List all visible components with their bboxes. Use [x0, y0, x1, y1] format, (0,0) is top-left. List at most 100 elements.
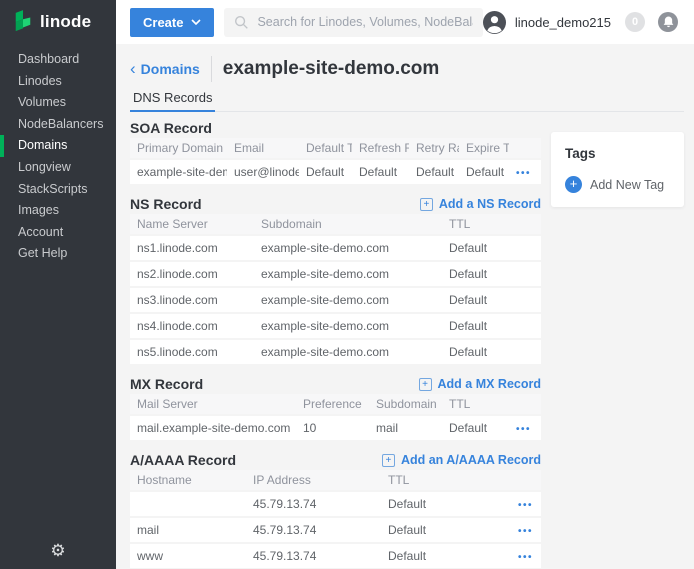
chevron-down-icon — [191, 19, 201, 25]
content-row: SOA Record Primary DomainEmailDefault TT… — [130, 120, 684, 569]
sidebar-item-images[interactable]: Images — [0, 200, 116, 222]
column-header: Default TTL — [299, 141, 352, 155]
table-cell: user@linode.com — [227, 165, 299, 179]
add-new-tag-label: Add New Tag — [590, 178, 664, 192]
sidebar-item-longview[interactable]: Longview — [0, 157, 116, 179]
settings-gear-icon[interactable]: ⚙ — [0, 541, 116, 561]
column-header: TTL — [442, 217, 541, 231]
section-title-ns: NS Record — [130, 196, 202, 212]
column-header: Primary Domain — [130, 141, 227, 155]
notification-count-badge[interactable]: 0 — [625, 12, 645, 32]
add-new-tag-button[interactable]: + Add New Tag — [565, 176, 670, 193]
table-cell: Default — [442, 421, 509, 435]
actions-cell: ••• — [511, 549, 541, 563]
table-cell: example-site-demo.com — [130, 165, 227, 179]
section-title-soa: SOA Record — [130, 120, 212, 136]
row-actions-button[interactable]: ••• — [516, 168, 531, 179]
ns-record-table: Name ServerSubdomainTTLns1.linode.comexa… — [130, 214, 541, 366]
table-row: 45.79.13.74Default••• — [130, 492, 541, 518]
column-header: Subdomain — [369, 397, 442, 411]
table-cell: 10 — [296, 421, 369, 435]
tags-column: Tags + Add New Tag — [551, 120, 684, 569]
create-button-label: Create — [143, 15, 183, 30]
table-row: ns5.linode.comexample-site-demo.comDefau… — [130, 340, 541, 366]
breadcrumb-back-link[interactable]: ‹ Domains — [130, 61, 200, 77]
table-cell: Default — [459, 165, 509, 179]
search-input[interactable] — [257, 15, 472, 29]
table-cell: Default — [352, 165, 409, 179]
brand-name: linode — [40, 12, 91, 32]
table-cell: example-site-demo.com — [254, 345, 442, 359]
sidebar-item-nodebalancers[interactable]: NodeBalancers — [0, 114, 116, 136]
username[interactable]: linode_demo215 — [515, 15, 611, 30]
page-title: example-site-demo.com — [223, 58, 439, 80]
linode-logo-icon — [13, 10, 33, 34]
table-row: ns4.linode.comexample-site-demo.comDefau… — [130, 314, 541, 340]
actions-cell: ••• — [511, 497, 541, 511]
actions-cell: ••• — [509, 421, 541, 435]
table-cell: Default — [381, 497, 511, 511]
add-mx-record-button[interactable]: + Add a MX Record — [419, 377, 542, 391]
row-actions-button[interactable]: ••• — [518, 526, 533, 537]
table-row: mail.example-site-demo.com10mailDefault•… — [130, 416, 541, 442]
add-aaaa-record-button[interactable]: + Add an A/AAAA Record — [382, 453, 541, 467]
add-ns-record-label: Add a NS Record — [439, 197, 541, 211]
actions-cell: ••• — [511, 523, 541, 537]
plus-circle-icon: + — [565, 176, 582, 193]
column-header: Retry Rate — [409, 141, 459, 155]
linode-logo[interactable]: linode — [0, 0, 116, 44]
section-title-aaaa: A/AAAA Record — [130, 452, 236, 468]
row-actions-button[interactable]: ••• — [518, 552, 533, 563]
main-content: ‹ Domains example-site-demo.com DNS Reco… — [116, 44, 694, 569]
top-bar: Create linode_demo215 0 — [116, 0, 694, 44]
table-cell: Default — [409, 165, 459, 179]
table-header-row: Mail ServerPreferenceSubdomainTTL — [130, 394, 541, 416]
create-button[interactable]: Create — [130, 8, 214, 37]
plus-square-icon: + — [419, 378, 432, 391]
table-cell: Default — [299, 165, 352, 179]
plus-square-icon: + — [382, 454, 395, 467]
search-bar — [224, 8, 482, 37]
records-column: SOA Record Primary DomainEmailDefault TT… — [130, 120, 541, 569]
sidebar-item-linodes[interactable]: Linodes — [0, 71, 116, 93]
column-header: Name Server — [130, 217, 254, 231]
mx-record-table: Mail ServerPreferenceSubdomainTTLmail.ex… — [130, 394, 541, 442]
table-cell: example-site-demo.com — [254, 293, 442, 307]
table-header-row: Primary DomainEmailDefault TTLRefresh Ra… — [130, 138, 541, 160]
sidebar-item-dashboard[interactable]: Dashboard — [0, 49, 116, 71]
notifications-bell-icon[interactable] — [658, 12, 678, 32]
table-cell: Default — [442, 319, 541, 333]
table-cell: ns5.linode.com — [130, 345, 254, 359]
user-avatar[interactable] — [483, 11, 506, 34]
table-header-row: Name ServerSubdomainTTL — [130, 214, 541, 236]
tab-dns-records[interactable]: DNS Records — [130, 90, 215, 112]
add-aaaa-record-label: Add an A/AAAA Record — [401, 453, 541, 467]
table-cell: Default — [381, 549, 511, 563]
sidebar-nav: DashboardLinodesVolumesNodeBalancersDoma… — [0, 49, 116, 265]
column-header: Expire Time — [459, 141, 509, 155]
column-header: Preference — [296, 397, 369, 411]
table-cell: mail — [130, 523, 246, 537]
table-cell: mail — [369, 421, 442, 435]
search-icon — [234, 15, 249, 30]
sidebar-item-stackscripts[interactable]: StackScripts — [0, 179, 116, 201]
table-cell: ns2.linode.com — [130, 267, 254, 281]
sidebar-item-get-help[interactable]: Get Help — [0, 243, 116, 265]
table-cell: ns1.linode.com — [130, 241, 254, 255]
column-header: Refresh Rate — [352, 141, 409, 155]
tags-panel: Tags + Add New Tag — [551, 132, 684, 207]
sidebar-item-volumes[interactable]: Volumes — [0, 92, 116, 114]
sidebar-item-account[interactable]: Account — [0, 222, 116, 244]
table-cell: example-site-demo.com — [254, 241, 442, 255]
table-cell: Default — [442, 241, 541, 255]
breadcrumb-back-label: Domains — [141, 61, 200, 77]
actions-cell: ••• — [509, 165, 541, 179]
sidebar-item-domains[interactable]: Domains — [0, 135, 116, 157]
row-actions-button[interactable]: ••• — [518, 500, 533, 511]
section-aaaa-head: A/AAAA Record + Add an A/AAAA Record — [130, 452, 541, 468]
chevron-left-icon: ‹ — [130, 62, 136, 76]
top-right-controls: linode_demo215 0 — [483, 11, 694, 34]
row-actions-button[interactable]: ••• — [516, 424, 531, 435]
add-ns-record-button[interactable]: + Add a NS Record — [420, 197, 541, 211]
tags-panel-title: Tags — [565, 146, 670, 161]
